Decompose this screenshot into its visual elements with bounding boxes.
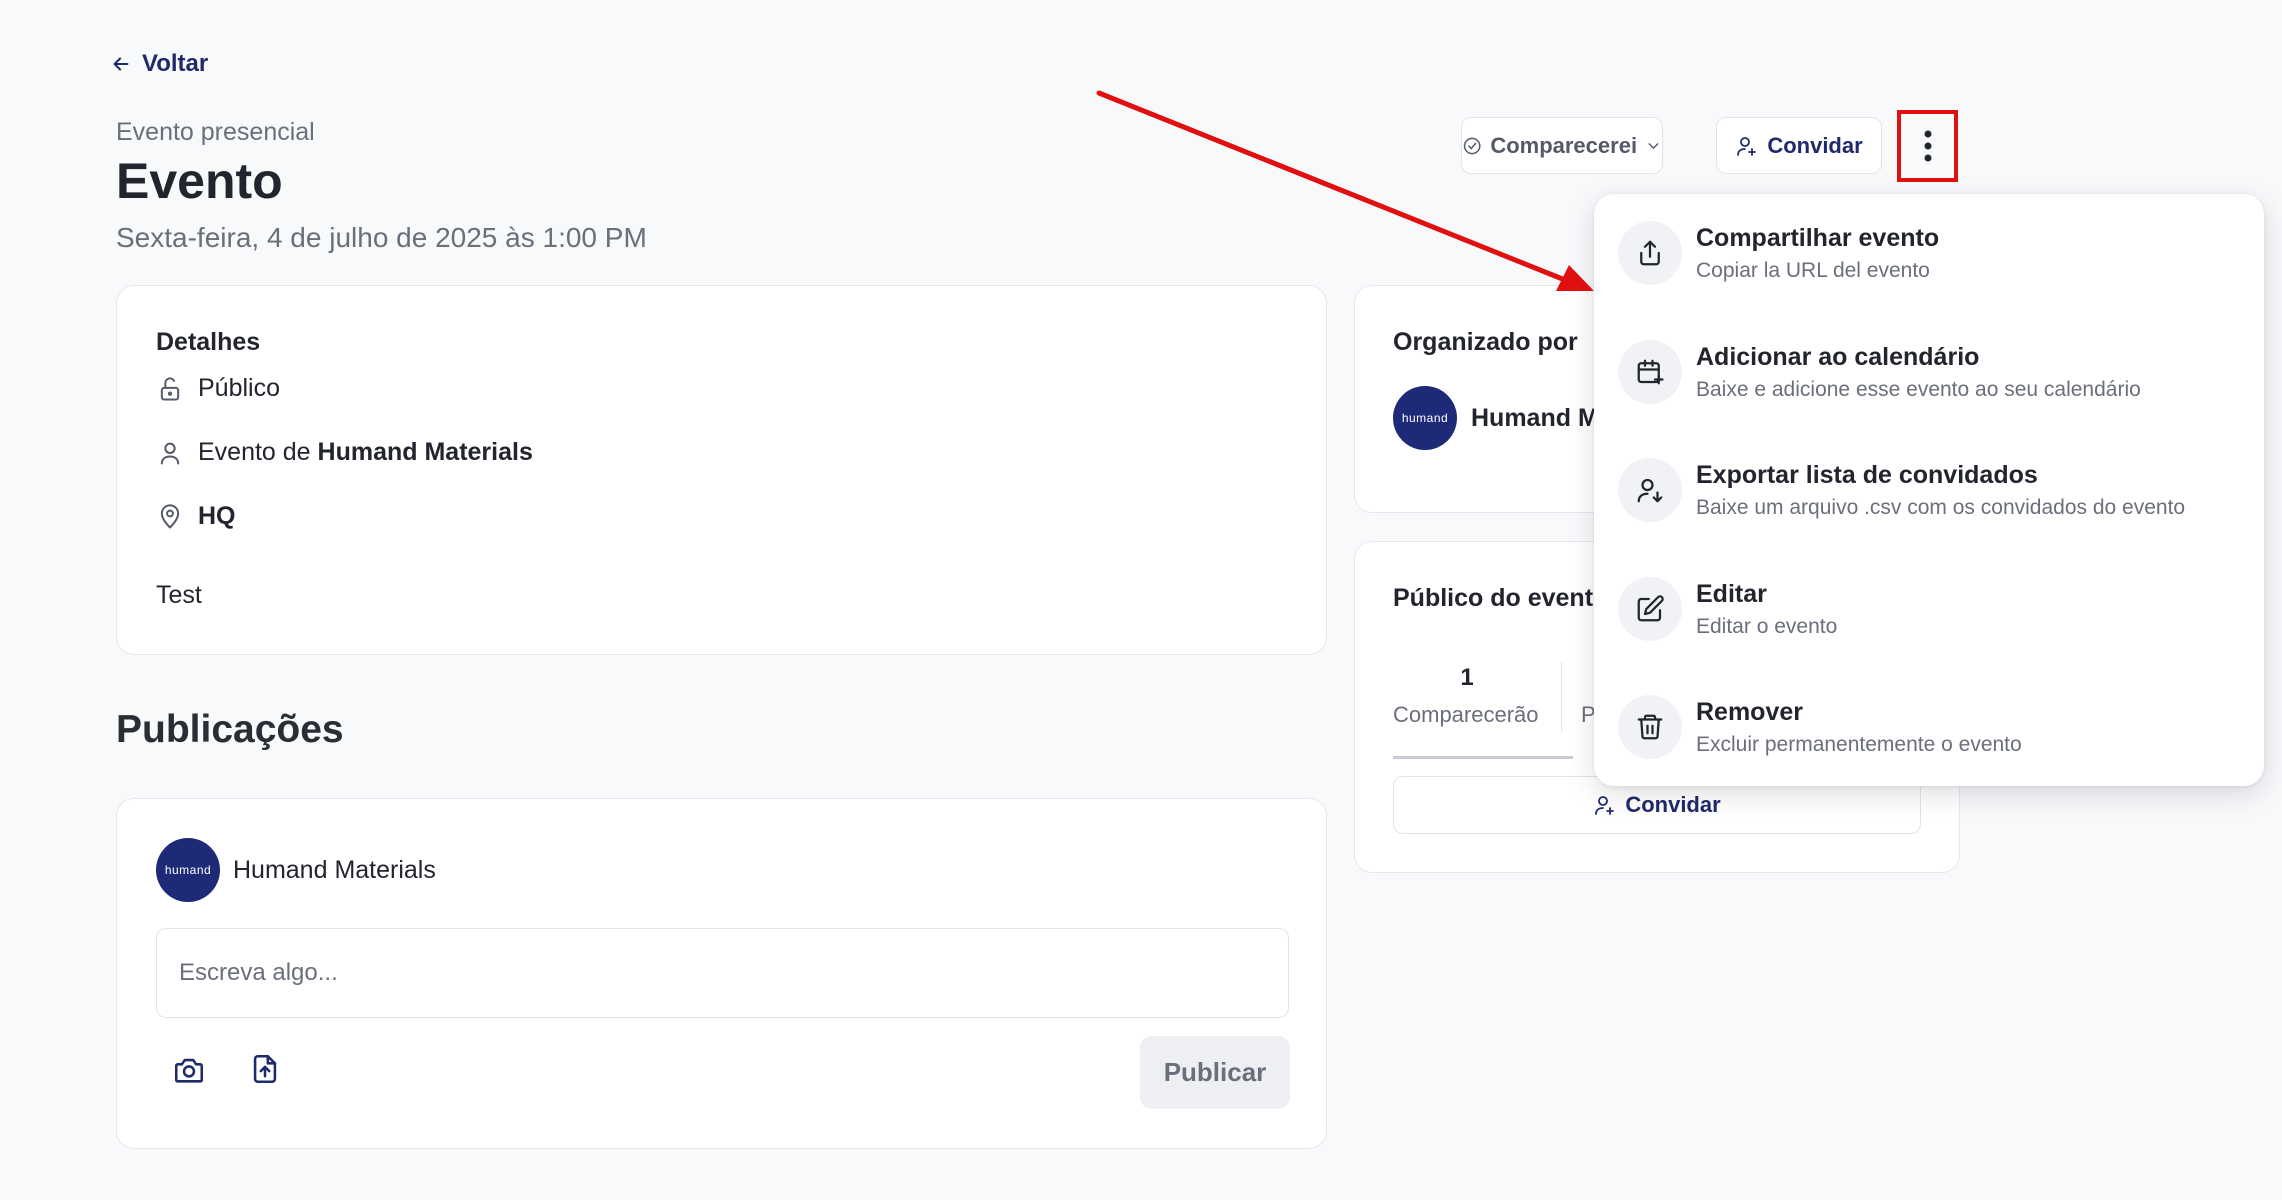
menu-item-desc: Excluir permanentemente o evento: [1696, 732, 2022, 756]
menu-item-export-guests[interactable]: Exportar lista de convidados Baixe um ar…: [1618, 445, 2248, 535]
camera-button[interactable]: [172, 1053, 206, 1092]
menu-item-text: Editar Editar o evento: [1696, 580, 1837, 639]
share-icon: [1618, 221, 1682, 285]
publish-button[interactable]: Publicar: [1140, 1036, 1290, 1109]
avatar: humand: [156, 838, 220, 902]
file-upload-button[interactable]: [248, 1051, 282, 1092]
visibility-text: Público: [198, 374, 280, 402]
user-plus-icon: [1737, 136, 1757, 156]
user-download-icon: [1618, 458, 1682, 522]
menu-item-label: Compartilhar evento: [1696, 223, 1940, 252]
audience-invite-label: Convidar: [1625, 792, 1721, 817]
invite-button[interactable]: Convidar: [1716, 117, 1882, 174]
camera-icon: [174, 1058, 204, 1083]
kebab-menu-icon: [1924, 130, 1931, 162]
location-pin-icon: [160, 503, 180, 528]
attending-label: Comparecerão: [1393, 702, 1539, 727]
page-title: Evento: [116, 153, 283, 209]
event-type: Evento presencial: [116, 118, 315, 146]
organizer-prefix: Evento de: [198, 438, 318, 466]
attend-label: Comparecerei: [1490, 132, 1638, 158]
description-text: Test: [156, 581, 202, 609]
menu-item-label: Editar: [1696, 579, 1767, 608]
post-input-placeholder: Escreva algo...: [179, 959, 338, 986]
user-plus-icon: [1595, 796, 1615, 815]
invite-label: Convidar: [1767, 132, 1863, 158]
arrow-left-icon: [113, 57, 129, 71]
attend-dropdown-button[interactable]: Comparecerei: [1461, 117, 1663, 174]
post-composer-card: humand Humand Materials Escreva algo... …: [116, 798, 1327, 1149]
stat-tab-underline: [1393, 756, 1573, 759]
organizer-avatar: humand: [1393, 386, 1457, 450]
unlock-icon: [160, 376, 180, 400]
audience-heading: Público do evento: [1393, 584, 1609, 612]
file-upload-icon: [253, 1054, 277, 1084]
calendar-plus-icon: [1618, 340, 1682, 404]
location-text: HQ: [198, 502, 236, 530]
menu-item-add-calendar[interactable]: Adicionar ao calendário Baixe e adicione…: [1618, 327, 2248, 417]
menu-item-label: Remover: [1696, 697, 1803, 726]
back-label: Voltar: [142, 50, 209, 77]
post-author: Humand Materials: [233, 856, 436, 884]
organizer-heading: Organizado por: [1393, 328, 1578, 356]
organizer-row: Evento de Humand Materials: [156, 438, 533, 467]
menu-item-text: Compartilhar evento Copiar la URL del ev…: [1696, 224, 1939, 283]
back-link[interactable]: Voltar: [110, 50, 208, 78]
menu-item-desc: Baixe e adicione esse evento ao seu cale…: [1696, 377, 2141, 401]
trash-icon: [1618, 695, 1682, 759]
menu-item-text: Remover Excluir permanentemente o evento: [1696, 698, 2022, 757]
organizer-text: Evento de Humand Materials: [198, 438, 533, 467]
stat-divider: [1561, 662, 1562, 732]
details-card: Detalhes Público Evento de Humand Materi…: [116, 285, 1327, 655]
chevron-down-icon: [1648, 142, 1659, 149]
attending-count: 1: [1460, 664, 1474, 691]
location-row: HQ: [156, 502, 236, 531]
check-circle-icon: [1463, 137, 1481, 154]
menu-item-text: Exportar lista de convidados Baixe um ar…: [1696, 461, 2185, 520]
menu-item-remove[interactable]: Remover Excluir permanentemente o evento: [1618, 682, 2248, 772]
menu-item-desc: Copiar la URL del evento: [1696, 258, 1930, 282]
menu-item-text: Adicionar ao calendário Baixe e adicione…: [1696, 343, 2141, 402]
user-icon: [160, 442, 180, 464]
menu-item-share[interactable]: Compartilhar evento Copiar la URL del ev…: [1618, 208, 2248, 298]
menu-item-label: Exportar lista de convidados: [1696, 460, 2038, 489]
organizer-name[interactable]: Humand M: [1471, 404, 1599, 433]
more-options-button[interactable]: [1897, 110, 1958, 182]
visibility-row: Público: [156, 374, 280, 403]
options-dropdown-menu: Compartilhar evento Copiar la URL del ev…: [1594, 194, 2264, 786]
organizer-name: Humand Materials: [317, 438, 533, 466]
publications-heading: Publicações: [116, 708, 344, 751]
edit-icon: [1618, 577, 1682, 641]
menu-item-desc: Baixe um arquivo .csv com os convidados …: [1696, 495, 2186, 519]
menu-item-label: Adicionar ao calendário: [1696, 342, 1980, 371]
details-heading: Detalhes: [156, 328, 261, 356]
menu-item-edit[interactable]: Editar Editar o evento: [1618, 564, 2248, 654]
event-datetime: Sexta-feira, 4 de julho de 2025 às 1:00 …: [116, 222, 647, 253]
post-input[interactable]: Escreva algo...: [156, 928, 1289, 1018]
menu-item-desc: Editar o evento: [1696, 614, 1838, 638]
